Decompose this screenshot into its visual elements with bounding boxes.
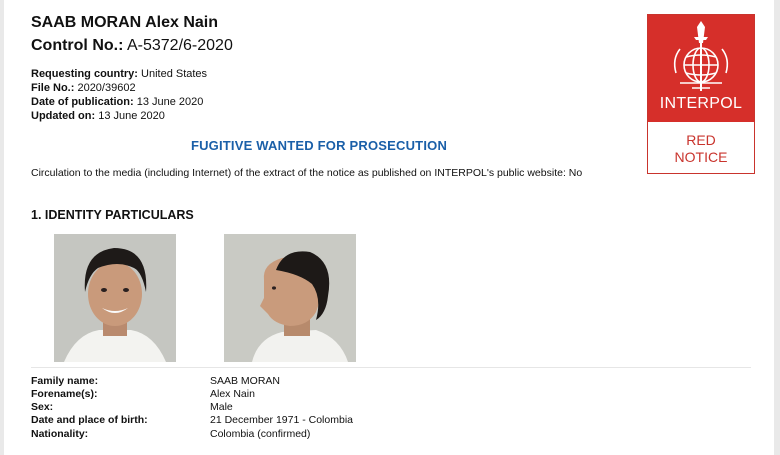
file-number: File No.: 2020/39602 <box>31 82 136 95</box>
subject-name: SAAB MORAN Alex Nain <box>31 14 218 31</box>
meta-value: 13 June 2020 <box>98 110 165 122</box>
front-portrait-illustration <box>54 234 176 362</box>
meta-value: 2020/39602 <box>77 82 136 94</box>
particular-label: Forename(s): <box>31 388 98 400</box>
badge-red: RED <box>686 132 716 148</box>
control-number-value: A-5372/6-2020 <box>126 37 233 54</box>
particular-label: Nationality: <box>31 428 89 440</box>
control-number: Control No.: A-5372/6-2020 <box>31 37 233 55</box>
updated-date: Updated on: 13 June 2020 <box>31 110 165 123</box>
front-photo <box>54 234 176 362</box>
particular-label: Sex: <box>31 401 54 413</box>
meta-label: Requesting country: <box>31 68 138 80</box>
particular-value: Alex Nain <box>210 388 255 400</box>
section-heading: 1. IDENTITY PARTICULARS <box>31 208 194 222</box>
badge-org-name: INTERPOL <box>659 95 743 112</box>
notice-document: SAAB MORAN Alex Nain Control No.: A-5372… <box>4 0 774 455</box>
control-number-label: Control No.: <box>31 37 124 54</box>
badge-notice: NOTICE <box>674 149 728 165</box>
particular-label: Date and place of birth: <box>31 414 148 426</box>
requesting-country: Requesting country: United States <box>31 68 207 81</box>
particular-value: Male <box>210 401 233 413</box>
meta-value: 13 June 2020 <box>136 96 204 108</box>
notice-type-heading: FUGITIVE WANTED FOR PROSECUTION <box>190 138 448 153</box>
meta-label: Date of publication: <box>31 96 134 108</box>
interpol-red-notice-badge: INTERPOL RED NOTICE <box>647 14 755 174</box>
divider <box>31 367 751 368</box>
particular-value: SAAB MORAN <box>210 375 281 387</box>
particular-value: 21 December 1971 - Colombia <box>210 414 353 426</box>
meta-value: United States <box>141 68 208 80</box>
profile-portrait-illustration <box>224 234 356 362</box>
badge-red-panel: INTERPOL <box>648 15 754 122</box>
profile-photo <box>224 234 356 362</box>
publication-date: Date of publication: 13 June 2020 <box>31 96 203 109</box>
meta-label: Updated on: <box>31 110 96 122</box>
interpol-emblem-icon <box>673 21 729 91</box>
particular-value: Colombia (confirmed) <box>210 428 311 440</box>
meta-label: File No.: <box>31 82 75 94</box>
circulation-statement: Circulation to the media (including Inte… <box>31 167 583 179</box>
particular-label: Family name: <box>31 375 99 387</box>
